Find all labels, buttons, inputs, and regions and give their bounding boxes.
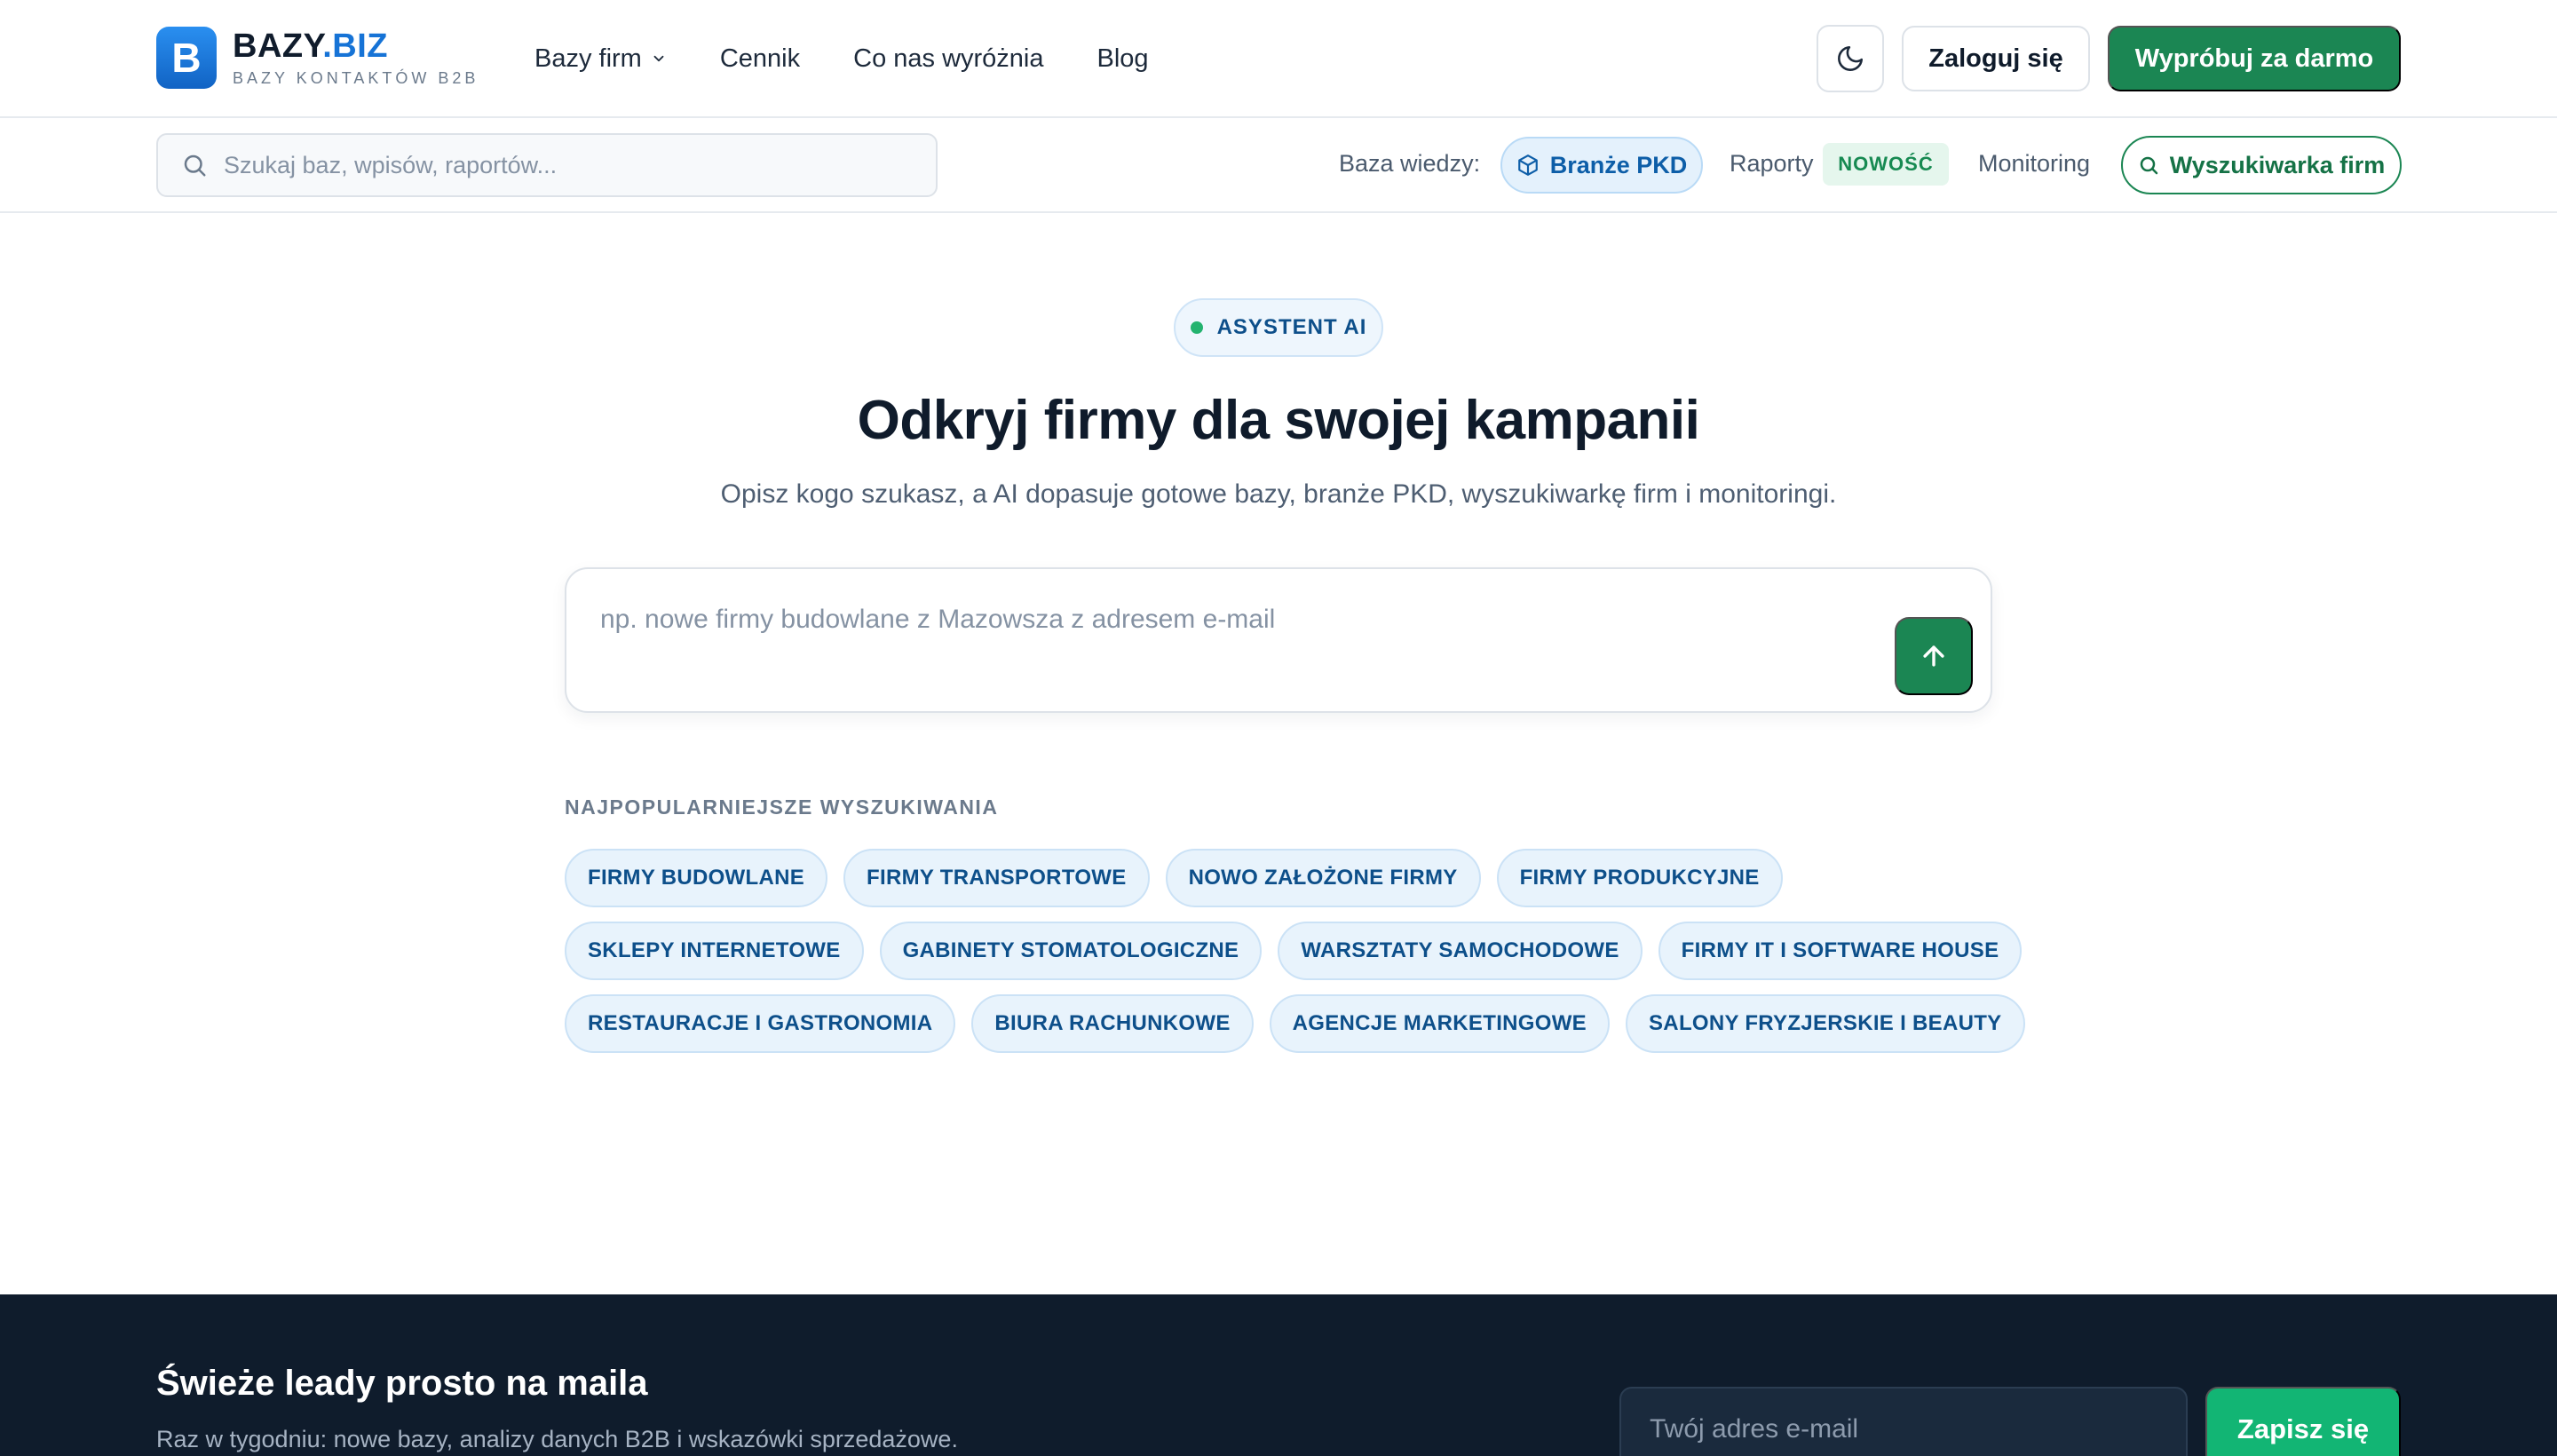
nav-item-cennik[interactable]: Cennik [720,39,800,78]
moon-icon [1838,45,1864,71]
search-chip[interactable]: FIRMY TRANSPORTOWE [843,849,1150,907]
search-chip[interactable]: AGENCJE MARKETINGOWE [1269,994,1610,1053]
newsletter-email-input[interactable] [1650,1414,2165,1444]
newsletter-footer: Świeże leady prosto na maila Raz w tygod… [0,1294,2557,1456]
logo-tagline: BAZY KONTAKTÓW B2B [233,68,479,87]
nav-item-label: Cennik [719,44,801,73]
search-chip[interactable]: FIRMY IT I SOFTWARE HOUSE [1658,922,2023,980]
search-icon [2140,156,2157,175]
company-search-label: Wyszukiwarka firm [2169,151,2386,178]
logo-mark: B [156,27,217,89]
ai-badge-label: ASYSTENT AI [1216,315,1367,339]
ai-assistant-badge: ASYSTENT AI [1174,298,1383,357]
search-chip[interactable]: RESTAURACJE I GASTRONOMIA [565,994,956,1053]
subscribe-button[interactable]: Zapisz się [2205,1387,2401,1456]
newsletter-title: Świeże leady prosto na maila [156,1364,648,1403]
pkd-industries-link[interactable]: Branże PKD [1500,137,1703,194]
logo-name-main: BAZY [233,27,323,65]
search-chip[interactable]: NOWO ZAŁOŻONE FIRMY [1165,849,1481,907]
knowledge-base-label: Baza wiedzy: [1339,150,1481,177]
nav-item-label: Co nas wyróżnia [853,44,1044,73]
main-nav: Bazy firm Cennik Co nas wyróżnia Blog [534,39,1202,78]
search-input[interactable] [224,151,916,179]
chevron-down-icon [653,55,664,62]
new-badge: NOWOŚĆ [1823,143,1949,186]
popular-searches-label: NAJPOPULARNIEJSZE WYSZUKIWANIA [565,795,999,819]
logo-text: BAZY.BIZ BAZY KONTAKTÓW B2B [233,28,479,88]
nav-item-label: Blog [1096,44,1149,73]
ai-prompt-input[interactable] [600,605,1825,676]
nav-item-co-nas-wyroznia[interactable]: Co nas wyróżnia [853,39,1043,78]
chip-row: RESTAURACJE I GASTRONOMIA BIURA RACHUNKO… [565,994,2025,1053]
search-chip[interactable]: WARSZTATY SAMOCHODOWE [1278,922,1643,980]
theme-toggle-button[interactable] [1817,25,1884,92]
secondary-bar: Baza wiedzy: Branże PKD Raporty NOWOŚĆ M… [0,118,2557,213]
try-free-button[interactable]: Wypróbuj za darmo [2108,26,2401,91]
search-chip[interactable]: SKLEPY INTERNETOWE [565,922,864,980]
newsletter-subtitle: Raz w tygodniu: nowe bazy, analizy danyc… [156,1426,958,1452]
search-chip[interactable]: FIRMY PRODUKCYJNE [1496,849,1783,907]
search-chip[interactable]: FIRMY BUDOWLANE [565,849,828,907]
login-button[interactable]: Zaloguj się [1902,26,2090,91]
top-header: B BAZY.BIZ BAZY KONTAKTÓW B2B Bazy firm … [0,0,2557,118]
monitoring-link[interactable]: Monitoring [1978,150,2090,178]
arrow-up-icon [1923,645,1944,667]
company-search-link[interactable]: Wyszukiwarka firm [2121,136,2402,194]
logo[interactable]: B BAZY.BIZ BAZY KONTAKTÓW B2B [156,27,479,89]
logo-name: BAZY.BIZ [233,28,479,64]
newsletter-email-field[interactable] [1619,1387,2188,1456]
search-icon [184,154,206,177]
cube-icon [1517,154,1538,176]
nav-item-label: Bazy firm [534,44,642,73]
reports-link[interactable]: Raporty [1730,150,1814,178]
logo-name-accent: .BIZ [322,27,389,65]
ai-prompt-box [565,567,1992,713]
pkd-label: Branże PKD [1549,151,1688,178]
nav-item-blog[interactable]: Blog [1097,39,1149,78]
chip-row: FIRMY BUDOWLANE FIRMY TRANSPORTOWE NOWO … [565,849,2003,907]
status-dot-icon [1190,321,1203,334]
popular-searches: FIRMY BUDOWLANE FIRMY TRANSPORTOWE NOWO … [565,849,2025,1067]
send-prompt-button[interactable] [1895,617,1973,695]
nav-item-bazy-firm[interactable]: Bazy firm [534,39,667,78]
hero-title: Odkryj firmy dla swojej kampanii [857,390,1700,451]
search-chip[interactable]: GABINETY STOMATOLOGICZNE [879,922,1263,980]
hero-subtitle: Opisz kogo szukasz, a AI dopasuje gotowe… [720,479,1837,509]
chip-row: SKLEPY INTERNETOWE GABINETY STOMATOLOGIC… [565,922,2023,980]
search-chip[interactable]: BIURA RACHUNKOWE [971,994,1254,1053]
search-chip[interactable]: SALONY FRYZJERSKIE I BEAUTY [1626,994,2025,1053]
site-search[interactable] [156,133,938,197]
